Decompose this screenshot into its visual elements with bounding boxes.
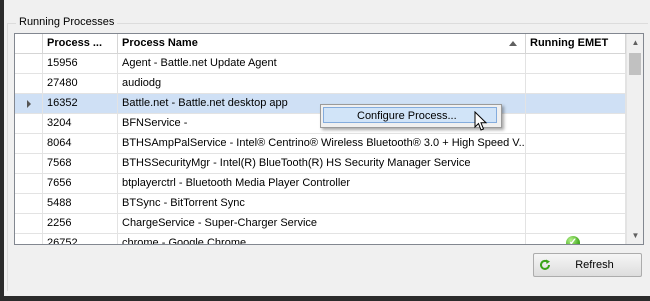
process-name-cell: BTHSAmpPalService - Intel® Centrino® Wir… xyxy=(118,134,526,153)
header-running-emet[interactable]: Running EMET xyxy=(526,34,626,53)
running-emet-cell xyxy=(526,54,626,73)
process-name-cell: ChargeService - Super-Charger Service xyxy=(118,214,526,233)
table-row[interactable]: 26752 chrome - Google Chrome ✓ xyxy=(15,234,626,244)
running-emet-cell xyxy=(526,74,626,93)
header-process-name[interactable]: Process Name xyxy=(118,34,526,53)
table-row[interactable]: 8064 BTHSAmpPalService - Intel® Centrino®… xyxy=(15,134,626,154)
table-row[interactable]: 7656 btplayerctrl - Bluetooth Media Playe… xyxy=(15,174,626,194)
process-name-cell: audiodg xyxy=(118,74,526,93)
table-row[interactable]: 27480 audiodg xyxy=(15,74,626,94)
table-row[interactable]: 2256 ChargeService - Super-Charger Servic… xyxy=(15,214,626,234)
menu-item-configure-process[interactable]: Configure Process... xyxy=(323,107,497,123)
header-process-name-label: Process Name xyxy=(122,37,198,49)
process-id-cell: 2256 xyxy=(43,214,118,233)
process-id-cell: 7568 xyxy=(43,154,118,173)
table-row[interactable]: 15956 Agent - Battle.net Update Agent xyxy=(15,54,626,74)
grid-header: Process ... Process Name Running EMET xyxy=(15,34,626,54)
row-indicator xyxy=(15,134,43,153)
vertical-scrollbar[interactable]: ▲ ▼ xyxy=(626,34,643,244)
refresh-button-label: Refresh xyxy=(575,259,614,271)
running-emet-cell xyxy=(526,114,626,133)
mouse-pointer-icon xyxy=(474,111,488,131)
process-name-cell: BTHSSecurityMgr - Intel(R) BlueTooth(R) … xyxy=(118,154,526,173)
window-bottom-border xyxy=(0,296,650,301)
row-indicator xyxy=(15,94,43,113)
green-checkmark-icon: ✓ xyxy=(566,236,580,244)
refresh-button[interactable]: Refresh xyxy=(533,253,642,277)
scrollbar-thumb[interactable] xyxy=(629,53,641,75)
running-emet-cell xyxy=(526,94,626,113)
process-id-cell: 26752 xyxy=(43,234,118,244)
row-indicator xyxy=(15,54,43,73)
running-emet-cell xyxy=(526,214,626,233)
row-indicator xyxy=(15,194,43,213)
process-id-cell: 3204 xyxy=(43,114,118,133)
row-indicator xyxy=(15,154,43,173)
scroll-down-arrow-icon[interactable]: ▼ xyxy=(627,227,643,244)
process-name-cell: chrome - Google Chrome xyxy=(118,234,526,244)
current-row-arrow-icon xyxy=(27,100,31,108)
process-id-cell: 27480 xyxy=(43,74,118,93)
row-indicator xyxy=(15,174,43,193)
group-title: Running Processes xyxy=(16,16,118,28)
header-row-indicator xyxy=(15,34,43,53)
running-emet-cell xyxy=(526,194,626,213)
row-indicator xyxy=(15,234,43,244)
process-id-cell: 8064 xyxy=(43,134,118,153)
process-name-cell: Agent - Battle.net Update Agent xyxy=(118,54,526,73)
process-id-cell: 16352 xyxy=(43,94,118,113)
process-id-cell: 7656 xyxy=(43,174,118,193)
grid-rows: 15956 Agent - Battle.net Update Agent 2748… xyxy=(15,54,626,244)
table-row[interactable]: 5488 BTSync - BitTorrent Sync xyxy=(15,194,626,214)
process-id-cell: 15956 xyxy=(43,54,118,73)
header-process-id[interactable]: Process ... xyxy=(43,34,118,53)
row-indicator xyxy=(15,74,43,93)
process-name-cell: BTSync - BitTorrent Sync xyxy=(118,194,526,213)
running-emet-cell xyxy=(526,134,626,153)
table-row[interactable]: 7568 BTHSSecurityMgr - Intel(R) BlueTooth… xyxy=(15,154,626,174)
running-emet-cell xyxy=(526,174,626,193)
row-indicator xyxy=(15,114,43,133)
process-name-cell: btplayerctrl - Bluetooth Media Player Co… xyxy=(118,174,526,193)
row-indicator xyxy=(15,214,43,233)
running-emet-cell xyxy=(526,154,626,173)
process-id-cell: 5488 xyxy=(43,194,118,213)
running-emet-cell: ✓ xyxy=(526,234,626,244)
sort-ascending-icon xyxy=(509,41,517,46)
processes-grid[interactable]: Process ... Process Name Running EMET 15… xyxy=(14,33,644,245)
scroll-up-arrow-icon[interactable]: ▲ xyxy=(627,34,643,51)
